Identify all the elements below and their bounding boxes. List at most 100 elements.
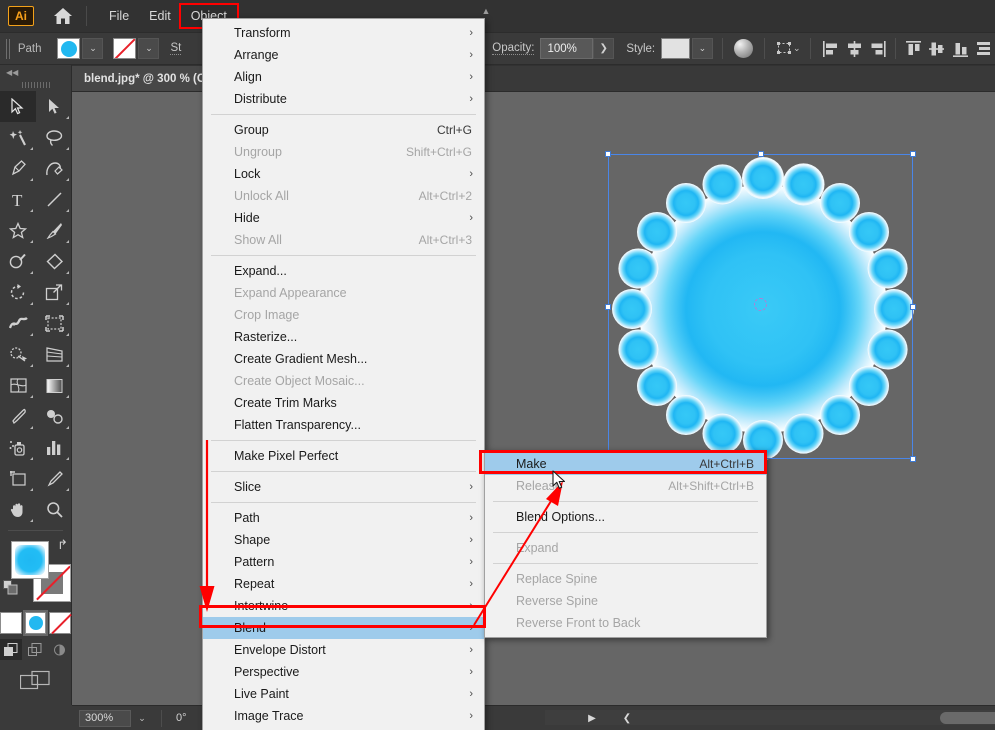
zoom-tool[interactable] <box>36 494 72 525</box>
opacity-input[interactable]: 100% <box>540 38 593 59</box>
slice-tool[interactable] <box>36 463 72 494</box>
menu-option-expand[interactable]: Expand... <box>203 260 484 282</box>
submenu-option-make[interactable]: Make Alt+Ctrl+B <box>485 453 766 475</box>
scrollbar-thumb[interactable] <box>940 712 995 724</box>
menu-option-image-trace[interactable]: Image Trace › <box>203 705 484 727</box>
eyedropper-tool[interactable] <box>0 401 36 432</box>
width-tool[interactable] <box>0 308 36 339</box>
curvature-tool[interactable] <box>36 153 72 184</box>
align-top-icon[interactable] <box>902 38 925 60</box>
fill-swatch-dropdown[interactable]: ⌄ <box>82 38 103 59</box>
graphic-style-dropdown[interactable]: ⌄ <box>692 38 712 59</box>
menu-option-lock[interactable]: Lock › <box>203 163 484 185</box>
next-artboard-icon[interactable]: ▶ <box>583 710 601 726</box>
mesh-tool[interactable] <box>0 370 36 401</box>
align-left-icon[interactable] <box>819 38 842 60</box>
menu-option-hide[interactable]: Hide › <box>203 207 484 229</box>
direct-selection-tool[interactable] <box>36 91 72 122</box>
menu-item-file[interactable]: File <box>99 5 139 27</box>
draw-behind[interactable] <box>24 639 46 660</box>
opacity-options-button[interactable]: ❯ <box>593 38 614 59</box>
gradient-fill-mode[interactable] <box>25 612 47 634</box>
resize-handle-br[interactable] <box>910 456 916 462</box>
menu-option-pattern[interactable]: Pattern › <box>203 551 484 573</box>
line-segment-tool[interactable] <box>36 184 72 215</box>
eraser-tool[interactable] <box>36 246 72 277</box>
swap-fill-stroke-icon[interactable]: ↱ <box>57 537 68 553</box>
menu-option-path[interactable]: Path › <box>203 507 484 529</box>
column-graph-tool[interactable] <box>36 432 72 463</box>
menu-option-arrange[interactable]: Arrange › <box>203 44 484 66</box>
gradient-tool[interactable] <box>36 370 72 401</box>
menu-option-shape[interactable]: Shape › <box>203 529 484 551</box>
menu-option-intertwine[interactable]: Intertwine › <box>203 595 484 617</box>
paintbrush-tool[interactable] <box>36 215 72 246</box>
shape-builder-tool[interactable] <box>0 339 36 370</box>
fill-swatch[interactable] <box>57 38 80 59</box>
shape-tool[interactable] <box>0 215 36 246</box>
lasso-tool[interactable] <box>36 122 72 153</box>
menu-option-repeat[interactable]: Repeat › <box>203 573 484 595</box>
pen-tool[interactable] <box>0 153 36 184</box>
menu-option-rasterize[interactable]: Rasterize... <box>203 326 484 348</box>
draw-inside[interactable] <box>49 639 71 660</box>
perspective-grid-tool[interactable] <box>36 339 72 370</box>
symbol-sprayer-tool[interactable] <box>0 432 36 463</box>
tools-panel-grip[interactable] <box>0 79 71 91</box>
menu-option-transform[interactable]: Transform › <box>203 22 484 44</box>
home-icon[interactable] <box>52 5 74 27</box>
horizontal-scrollbar[interactable]: ▶ ❮ <box>545 710 995 725</box>
change-screen-mode[interactable] <box>0 670 71 692</box>
resize-handle-tl[interactable] <box>605 151 611 157</box>
draw-normal[interactable] <box>0 639 22 660</box>
prev-artboard-icon[interactable]: ❮ <box>618 710 636 726</box>
menu-option-live-paint[interactable]: Live Paint › <box>203 683 484 705</box>
shaper-tool[interactable] <box>0 246 36 277</box>
document-tab[interactable]: blend.jpg* @ 300 % (C <box>72 66 218 91</box>
stroke-swatch[interactable] <box>113 38 136 59</box>
submenu-option-blend-options[interactable]: Blend Options... <box>485 506 766 528</box>
menu-option-perspective[interactable]: Perspective › <box>203 661 484 683</box>
align-horizontal-center-icon[interactable] <box>843 38 866 60</box>
align-right-icon[interactable] <box>866 38 889 60</box>
menu-option-distribute[interactable]: Distribute › <box>203 88 484 110</box>
scale-tool[interactable] <box>36 277 72 308</box>
menu-option-make-pixel-perfect[interactable]: Make Pixel Perfect <box>203 445 484 467</box>
menu-item-edit[interactable]: Edit <box>139 5 181 27</box>
magic-wand-tool[interactable] <box>0 122 36 153</box>
selection-tool[interactable] <box>0 91 36 122</box>
zoom-level-input[interactable]: 300% <box>79 710 131 727</box>
menu-option-create-gradient-mesh[interactable]: Create Gradient Mesh... <box>203 348 484 370</box>
chevron-down-icon[interactable]: ⌄ <box>793 43 801 54</box>
object-menu-dropdown[interactable]: Transform › Arrange › Align › Distribute… <box>202 18 485 730</box>
zoom-level-dropdown[interactable]: ⌄ <box>131 710 153 727</box>
menu-option-align[interactable]: Align › <box>203 66 484 88</box>
default-fill-stroke-icon[interactable] <box>3 580 18 598</box>
hand-tool[interactable] <box>0 494 36 525</box>
menu-option-create-trim-marks[interactable]: Create Trim Marks <box>203 392 484 414</box>
blend-submenu[interactable]: Make Alt+Ctrl+B Release Alt+Shift+Ctrl+B… <box>484 450 767 638</box>
menu-option-slice[interactable]: Slice › <box>203 476 484 498</box>
tools-panel-collapse-icon[interactable]: ◀◀ <box>0 65 71 79</box>
menu-option-flatten-transparency[interactable]: Flatten Transparency... <box>203 414 484 436</box>
resize-handle-mr[interactable] <box>910 304 916 310</box>
align-vertical-center-icon[interactable] <box>925 38 948 60</box>
collapse-panel-icon[interactable]: ▲ <box>477 4 495 18</box>
resize-handle-ml[interactable] <box>605 304 611 310</box>
graphic-style-swatch[interactable] <box>661 38 690 59</box>
blend-tool[interactable] <box>36 401 72 432</box>
align-bottom-icon[interactable] <box>949 38 972 60</box>
menu-option-blend[interactable]: Blend › <box>203 617 484 639</box>
type-tool[interactable]: T <box>0 184 36 215</box>
recolor-artwork-icon[interactable] <box>732 38 755 60</box>
stroke-swatch-dropdown[interactable]: ⌄ <box>138 38 159 59</box>
control-bar-grip[interactable] <box>6 39 12 59</box>
menu-option-envelope-distort[interactable]: Envelope Distort › <box>203 639 484 661</box>
distribute-icon[interactable] <box>972 38 995 60</box>
none-fill-mode[interactable] <box>49 612 71 634</box>
resize-handle-tr[interactable] <box>910 151 916 157</box>
artboard-tool[interactable] <box>0 463 36 494</box>
free-transform-tool[interactable] <box>36 308 72 339</box>
fill-color-box[interactable] <box>11 541 49 579</box>
color-fill-mode[interactable] <box>0 612 22 634</box>
